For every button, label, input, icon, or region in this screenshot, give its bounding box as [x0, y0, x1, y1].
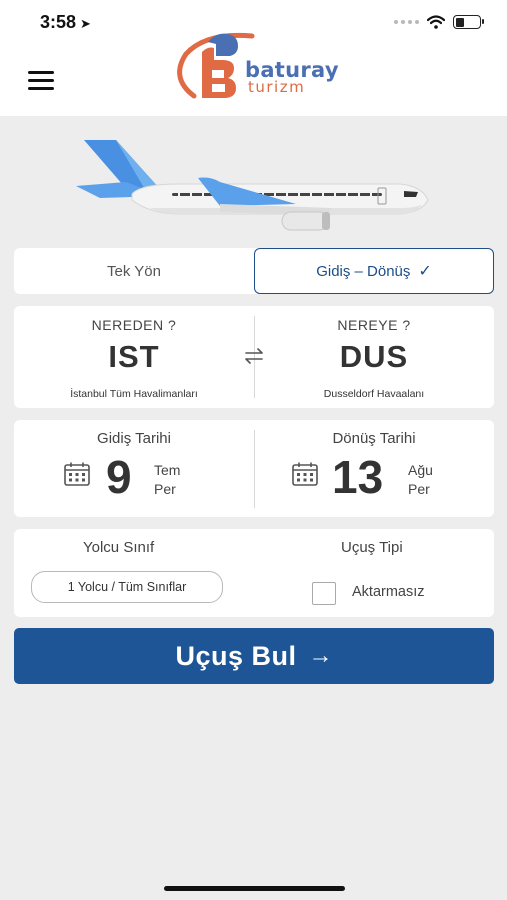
date-selector: Gidiş Tarihi 9 Tem Per Dönüş Tarihi 13 A… [14, 420, 494, 517]
departure-weekday: Per [154, 481, 176, 497]
find-flight-button[interactable]: Uçuş Bul → [14, 628, 494, 684]
departure-day: 9 [106, 451, 132, 503]
hamburger-icon-bar [28, 79, 54, 82]
arrow-right-icon: → [308, 642, 333, 669]
passenger-class-value: 1 Yolcu / Tüm Sınıflar [67, 580, 187, 594]
status-time: 3:58 ➤ [40, 12, 91, 33]
trip-type-selector: Tek Yön Gidiş – Dönüş ✓ [14, 248, 494, 294]
status-indicators [394, 14, 484, 30]
return-date-label: Dönüş Tarihi [332, 430, 416, 447]
cellular-signal-icon [394, 20, 419, 24]
app-header: 3:58 ➤ baturay turizm [0, 0, 507, 116]
passenger-class-select[interactable]: 1 Yolcu / Tüm Sınıflar [31, 571, 223, 603]
hamburger-icon-bar [28, 71, 54, 74]
nonstop-label: Aktarmasız [352, 584, 425, 600]
origin-label: NEREDEN ? [91, 317, 177, 333]
return-date-field[interactable]: Dönüş Tarihi 13 Ağu Per [254, 420, 494, 517]
return-month: Ağu [408, 462, 433, 478]
flight-type-label: Uçuş Tipi [341, 539, 403, 556]
status-time-text: 3:58 [40, 12, 77, 32]
return-weekday: Per [408, 481, 430, 497]
destination-code: DUS [339, 339, 409, 374]
origin-airport-name: İstanbul Tüm Havalimanları [70, 388, 198, 400]
return-day: 13 [332, 451, 384, 503]
round-trip-option[interactable]: Gidiş – Dönüş ✓ [254, 248, 494, 294]
one-way-label: Tek Yön [107, 262, 161, 280]
calendar-icon [64, 462, 90, 486]
destination-label: NEREYE ? [337, 317, 411, 333]
menu-button[interactable] [28, 71, 54, 91]
home-indicator[interactable] [164, 886, 345, 891]
airplane-illustration [76, 140, 429, 231]
location-arrow-icon: ➤ [80, 16, 91, 31]
destination-field[interactable]: NEREYE ? DUS Dusseldorf Havaalanı [254, 306, 494, 408]
one-way-option[interactable]: Tek Yön [14, 248, 254, 294]
departure-date-field[interactable]: Gidiş Tarihi 9 Tem Per [14, 420, 254, 517]
find-flight-label: Uçuş Bul [175, 640, 297, 671]
battery-icon [453, 15, 484, 29]
origin-code: IST [108, 339, 160, 374]
nonstop-checkbox[interactable] [312, 582, 336, 605]
checkmark-icon: ✓ [418, 263, 432, 280]
passenger-class-label: Yolcu Sınıf [83, 539, 155, 556]
calendar-icon [292, 462, 318, 486]
logo-text-turizm: turizm [248, 78, 306, 96]
departure-date-label: Gidiş Tarihi [97, 430, 171, 447]
departure-month: Tem [154, 462, 181, 478]
passenger-options: Yolcu Sınıf 1 Yolcu / Tüm Sınıflar Uçuş … [14, 529, 494, 617]
brand-logo: baturay turizm [172, 28, 342, 104]
wifi-icon [427, 15, 445, 29]
round-trip-label: Gidiş – Dönüş [316, 262, 411, 280]
destination-airport-name: Dusseldorf Havaalanı [323, 388, 425, 400]
origin-field[interactable]: NEREDEN ? IST İstanbul Tüm Havalimanları [14, 306, 254, 408]
hamburger-icon-bar [28, 87, 54, 90]
route-selector: NEREDEN ? IST İstanbul Tüm Havalimanları… [14, 306, 494, 408]
